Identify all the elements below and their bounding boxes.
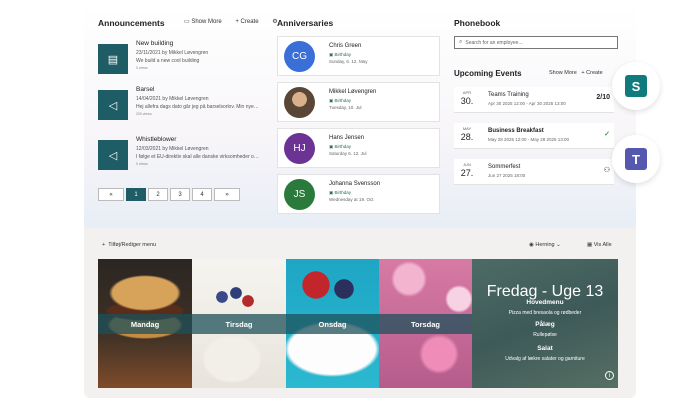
announcements-section: Announcements ▭ Show More + Create ⚙ ▤ N… bbox=[98, 18, 278, 170]
view-all-button[interactable]: ▦ Vis Alle bbox=[587, 242, 612, 248]
announcement-meta: 0 views bbox=[136, 66, 148, 70]
events-actions: Show More + Create bbox=[549, 70, 603, 76]
avatar: HJ bbox=[284, 133, 315, 164]
announcement-title: Whistleblower bbox=[136, 136, 177, 143]
phonebook-section: Phonebook ⌕ Search for an employee... bbox=[454, 18, 622, 49]
search-icon: ⌕ bbox=[459, 39, 463, 45]
avatar: CG bbox=[284, 41, 315, 72]
phonebook-title: Phonebook bbox=[454, 18, 501, 28]
list-item[interactable]: ◁ Whistleblower 12/03/2021 by Mikkel Løv… bbox=[98, 136, 261, 176]
birthday-label: ▣ Birthday bbox=[329, 190, 352, 195]
anniversaries-title: Anniversaries bbox=[277, 18, 334, 28]
person-icon[interactable]: ⚇ bbox=[604, 166, 610, 174]
day-tile-monday[interactable]: Mandag bbox=[98, 259, 192, 388]
salad-desc: Udvalg af lækre salater og garniture bbox=[505, 356, 585, 362]
day-tile-tuesday[interactable]: Tirsdag bbox=[192, 259, 286, 388]
birthday-label: ▣ Birthday bbox=[329, 52, 352, 57]
day-tile-thursday[interactable]: Torsdag bbox=[379, 259, 472, 388]
event-date: APR 30. bbox=[460, 90, 474, 106]
list-item[interactable]: ◁ Barsel 14/04/2021 by Mikkel Løvengren … bbox=[98, 86, 261, 126]
list-item[interactable]: ▤ New building 23/11/2021 by Mikkel Løve… bbox=[98, 40, 258, 80]
events-title: Upcoming Events bbox=[454, 69, 522, 78]
event-name: Sommerfest bbox=[488, 164, 521, 170]
announcement-desc: Hej allefra dags dato går jeg på barsels… bbox=[136, 104, 261, 110]
location-select[interactable]: ◉ Herning ⌄ bbox=[529, 242, 561, 248]
anniversary-date: Saturday 6. 12. Jul bbox=[329, 151, 367, 156]
day-tile-friday[interactable]: Fredag - Uge 13 Hovedmenu Pizza med bres… bbox=[472, 259, 618, 388]
teams-app[interactable]: T bbox=[612, 135, 660, 183]
announcement-desc: I følge et EU-direktiv skal alle danske … bbox=[136, 154, 261, 160]
event-item[interactable]: JUN 27. Sommerfest Jun 27 2025 18:00 ⚇ bbox=[454, 159, 614, 185]
announcement-date: 12/03/2021 by Mikkel Løvengren bbox=[136, 146, 209, 152]
event-date: MAY 28. bbox=[460, 126, 474, 142]
event-name: Teams Training bbox=[488, 92, 529, 98]
sharepoint-app[interactable]: S bbox=[612, 62, 660, 110]
person-name: Johanna Svensson bbox=[329, 181, 381, 187]
announcement-date: 23/11/2021 by Mikkel Løvengren bbox=[136, 50, 209, 56]
anniversary-card[interactable]: CG Chris Green ▣ Birthday Sunday, 6. 12.… bbox=[277, 36, 440, 76]
birthday-label: ▣ Birthday bbox=[329, 98, 352, 103]
main-menu-title: Hovedmenu bbox=[526, 299, 564, 306]
announcement-date: 14/04/2021 by Mikkel Løvengren bbox=[136, 96, 209, 102]
event-date: JUN 27. bbox=[460, 162, 474, 178]
event-item[interactable]: MAY 28. Business Breakfast May 28 2025 1… bbox=[454, 123, 614, 149]
check-icon[interactable]: ✓ bbox=[604, 130, 610, 138]
events-show-more-button[interactable]: Show More bbox=[549, 70, 577, 76]
day-label: Onsdag bbox=[286, 314, 379, 334]
announcements-actions: ▭ Show More + Create ⚙ bbox=[184, 18, 284, 25]
pager-prev[interactable]: « bbox=[98, 188, 124, 201]
sharepoint-icon: S bbox=[625, 75, 647, 97]
day-label: Mandag bbox=[98, 314, 192, 334]
add-menu-button[interactable]: + Tilføj/Rediger menu bbox=[102, 242, 156, 248]
person-name: Mikkel Løvengren bbox=[329, 89, 377, 95]
avatar: JS bbox=[284, 179, 315, 210]
announcement-title: Barsel bbox=[136, 86, 155, 93]
day-label: Tirsdag bbox=[192, 314, 286, 334]
event-time: May 28 2025 12:00 - May 28 2025 13:00 bbox=[488, 137, 570, 142]
pager-page-3[interactable]: 3 bbox=[170, 188, 190, 201]
person-name: Chris Green bbox=[329, 43, 362, 49]
megaphone-icon: ◁ bbox=[98, 90, 128, 120]
pager-page-2[interactable]: 2 bbox=[148, 188, 168, 201]
avatar-photo bbox=[284, 87, 315, 118]
anniversary-card[interactable]: Mikkel Løvengren ▣ Birthday Tuesday, 10.… bbox=[277, 82, 440, 122]
person-name: Hans Jensen bbox=[329, 135, 365, 141]
birthday-label: ▣ Birthday bbox=[329, 144, 352, 149]
event-name: Business Breakfast bbox=[488, 128, 544, 134]
salad-title: Salat bbox=[537, 345, 553, 352]
event-time: Apr 30 2025 12:00 - Apr 30 2025 13:00 bbox=[488, 101, 566, 106]
anniversary-date: Tuesday, 10. Jul bbox=[329, 105, 362, 110]
events-create-button[interactable]: + Create bbox=[581, 70, 602, 76]
dessert-title: Pålæg bbox=[535, 321, 555, 328]
day-label: Torsdag bbox=[379, 314, 472, 334]
show-more-button[interactable]: ▭ Show More bbox=[184, 19, 228, 25]
pager-next[interactable]: » bbox=[214, 188, 240, 201]
announcement-meta: 209 views bbox=[136, 112, 152, 116]
event-item[interactable]: APR 30. Teams Training Apr 30 2025 12:00… bbox=[454, 87, 614, 113]
location-pin-icon: ◉ bbox=[529, 242, 534, 248]
anniversary-card[interactable]: JS Johanna Svensson ▣ Birthday Wednesday… bbox=[277, 174, 440, 214]
day-tile-wednesday[interactable]: Onsdag bbox=[286, 259, 379, 388]
pager-page-4[interactable]: 4 bbox=[192, 188, 212, 201]
event-time: Jun 27 2025 18:00 bbox=[488, 173, 526, 178]
pager-page-1[interactable]: 1 bbox=[126, 188, 146, 201]
main-menu-desc: Pizza med bresaola og rødbeder bbox=[508, 310, 582, 316]
event-count: 2/10 bbox=[596, 94, 610, 101]
dessert-desc: Rullepølse bbox=[533, 332, 557, 338]
megaphone-icon: ◁ bbox=[98, 140, 128, 170]
anniversaries-section: Anniversaries CG Chris Green ▣ Birthday … bbox=[277, 18, 440, 214]
search-placeholder: Search for an employee... bbox=[465, 39, 523, 46]
building-icon: ▤ bbox=[98, 44, 128, 74]
anniversary-date: Sunday, 6. 12. May bbox=[329, 59, 368, 64]
announcement-title: New building bbox=[136, 40, 174, 47]
create-button[interactable]: + Create bbox=[235, 19, 264, 25]
announcement-desc: We build a new cool building bbox=[136, 58, 200, 64]
teams-icon: T bbox=[625, 148, 647, 170]
search-input[interactable]: ⌕ Search for an employee... bbox=[454, 36, 618, 49]
anniversary-card[interactable]: HJ Hans Jensen ▣ Birthday Saturday 6. 12… bbox=[277, 128, 440, 168]
announcement-meta: 0 views bbox=[136, 162, 148, 166]
info-icon[interactable]: i bbox=[605, 371, 614, 380]
pager: « 1 2 3 4 » bbox=[98, 188, 240, 201]
anniversary-date: Wednesday at 19. Oct bbox=[329, 197, 374, 202]
